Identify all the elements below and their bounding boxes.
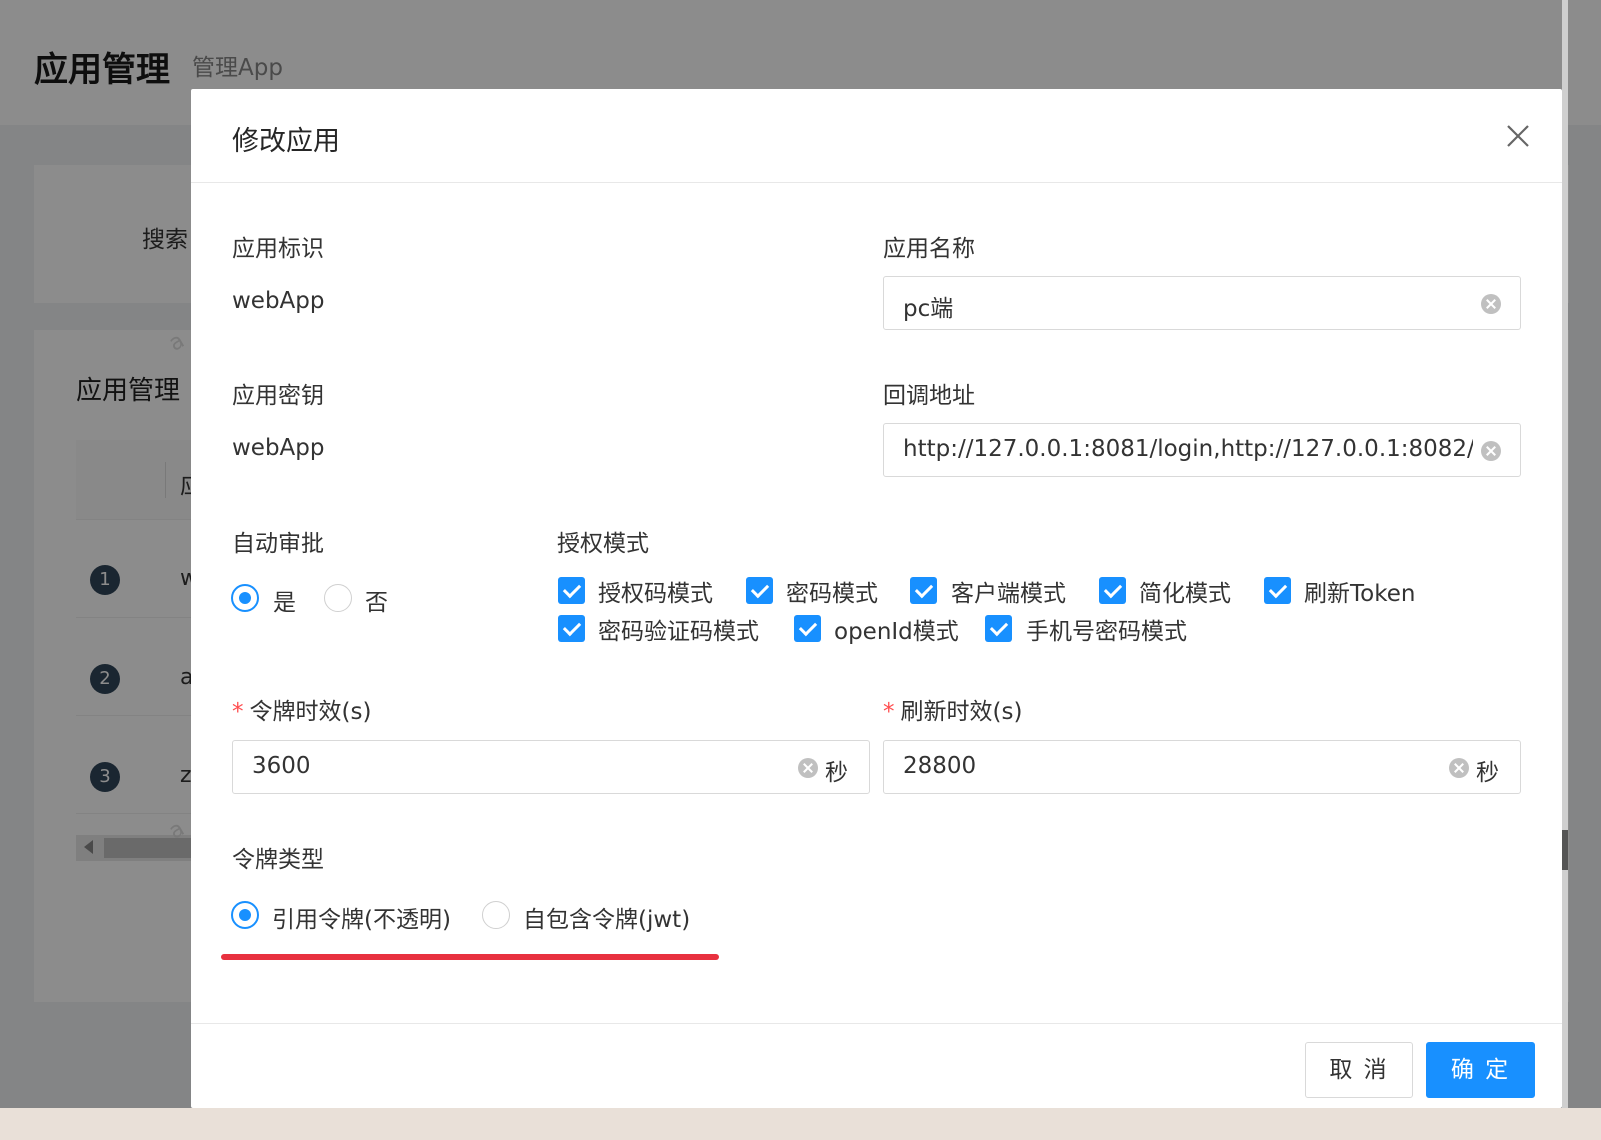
page-scrollbar[interactable] (1562, 0, 1568, 1108)
grant-mobile-password-label[interactable]: 手机号密码模式 (1026, 612, 1187, 646)
token-validity-label-text: 令牌时效(s) (249, 699, 372, 725)
app-name-label: 应用名称 (883, 236, 975, 262)
grant-refresh-token-label[interactable]: 刷新Token (1304, 574, 1415, 608)
callback-url-value: http://127.0.0.1:8081/login,http://127.0… (903, 436, 1473, 462)
app-secret-value: webApp (232, 435, 325, 461)
grant-openid-checkbox[interactable] (794, 615, 821, 642)
grant-password-label[interactable]: 密码模式 (786, 574, 878, 608)
auto-approve-label: 自动审批 (232, 531, 324, 557)
grant-implicit-checkbox[interactable] (1099, 577, 1126, 604)
refresh-validity-label: * 刷新时效(s) (883, 692, 1022, 726)
page-scrollbar-thumb[interactable] (1562, 830, 1568, 870)
app-secret-label: 应用密钥 (232, 383, 324, 409)
modal-header: 修改应用 (191, 89, 1562, 183)
token-type-reference-label[interactable]: 引用令牌(不透明) (272, 900, 451, 934)
token-type-label: 令牌类型 (232, 847, 324, 873)
required-mark: * (883, 699, 895, 725)
grant-client-checkbox[interactable] (910, 577, 937, 604)
refresh-validity-label-text: 刷新时效(s) (900, 699, 1023, 725)
token-type-jwt-label[interactable]: 自包含令牌(jwt) (523, 900, 690, 934)
auto-approve-no-radio[interactable] (324, 584, 352, 612)
token-type-jwt-radio[interactable] (482, 901, 510, 929)
grant-password-captcha-label[interactable]: 密码验证码模式 (598, 612, 759, 646)
token-type-reference-radio[interactable] (231, 901, 259, 929)
refresh-validity-value: 28800 (903, 753, 977, 779)
seconds-suffix: 秒 (1476, 760, 1499, 786)
grant-authorization-code-label[interactable]: 授权码模式 (598, 574, 713, 608)
bottom-strip (0, 1108, 1601, 1140)
auto-approve-no-label[interactable]: 否 (365, 583, 388, 617)
grant-mobile-password-checkbox[interactable] (985, 615, 1012, 642)
seconds-suffix: 秒 (825, 760, 848, 786)
grant-password-checkbox[interactable] (746, 577, 773, 604)
callback-url-input[interactable]: http://127.0.0.1:8081/login,http://127.0… (883, 423, 1521, 477)
clear-icon[interactable] (798, 758, 818, 778)
app-name-value: pc端 (903, 296, 954, 322)
callback-label: 回调地址 (883, 383, 975, 409)
grant-types-label: 授权模式 (557, 531, 649, 557)
clear-icon[interactable] (1481, 441, 1501, 461)
token-validity-input[interactable]: 3600 秒 (232, 740, 870, 794)
app-name-input[interactable]: pc端 (883, 276, 1521, 330)
grant-client-label[interactable]: 客户端模式 (951, 574, 1066, 608)
ok-button[interactable]: 确 定 (1426, 1042, 1535, 1098)
close-icon[interactable] (1501, 119, 1535, 153)
token-validity-value: 3600 (252, 753, 311, 779)
clear-icon[interactable] (1449, 758, 1469, 778)
modal-title: 修改应用 (232, 126, 340, 157)
auto-approve-yes-label[interactable]: 是 (273, 583, 296, 617)
grant-authorization-code-checkbox[interactable] (558, 577, 585, 604)
annotation-underline (221, 954, 719, 960)
grant-implicit-label[interactable]: 简化模式 (1139, 574, 1231, 608)
grant-refresh-token-checkbox[interactable] (1264, 577, 1291, 604)
clear-icon[interactable] (1481, 294, 1501, 314)
auto-approve-yes-radio[interactable] (231, 584, 259, 612)
cancel-button[interactable]: 取 消 (1305, 1042, 1413, 1098)
token-validity-label: * 令牌时效(s) (232, 692, 371, 726)
required-mark: * (232, 699, 244, 725)
grant-openid-label[interactable]: openId模式 (834, 612, 959, 646)
refresh-validity-input[interactable]: 28800 秒 (883, 740, 1521, 794)
app-id-value: webApp (232, 288, 325, 314)
grant-password-captcha-checkbox[interactable] (558, 615, 585, 642)
app-id-label: 应用标识 (232, 236, 324, 262)
